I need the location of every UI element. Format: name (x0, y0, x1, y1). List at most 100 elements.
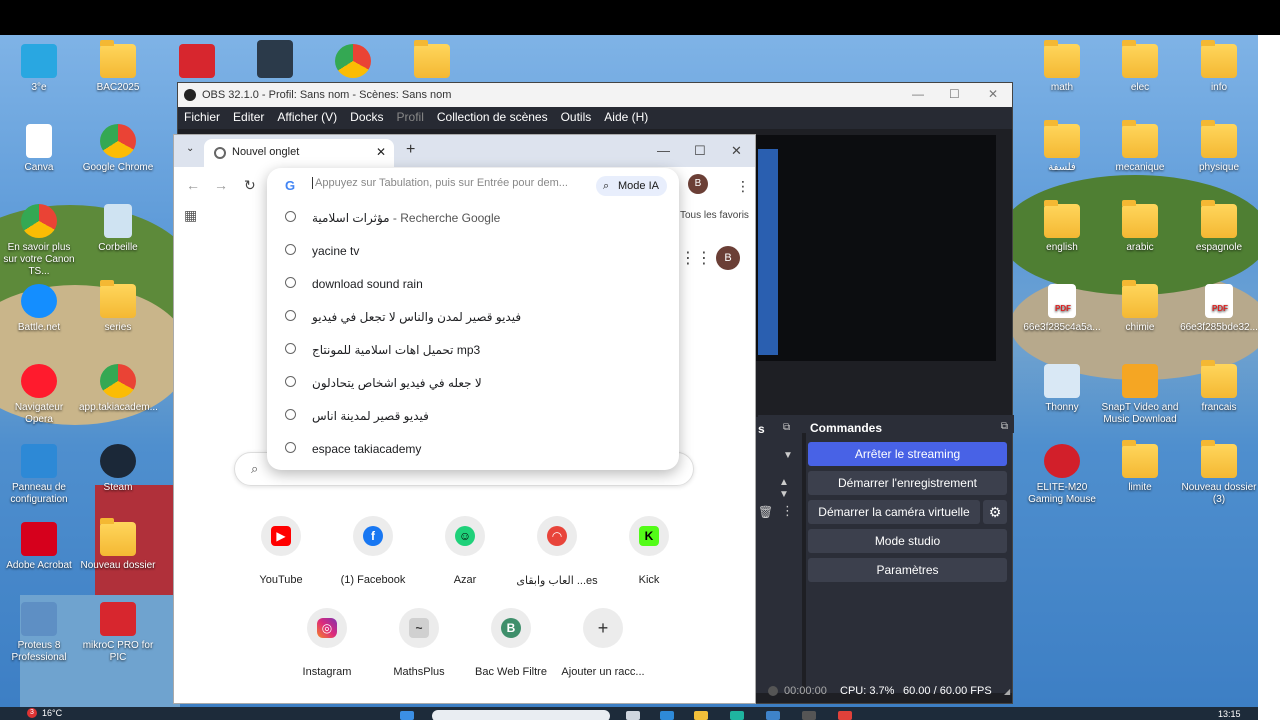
desktop-icon-google-chrome[interactable]: Google Chrome (79, 124, 157, 174)
desktop-icon-falsafa[interactable]: فلسفة (1023, 120, 1101, 174)
desktop-icon-nouveau-dossier-3[interactable]: Nouveau dossier (3) (1180, 440, 1258, 506)
desktop-icon-limite[interactable]: limite (1101, 440, 1179, 494)
menu-editer[interactable]: Editer (233, 110, 264, 129)
menu-profil[interactable]: Profil (397, 110, 424, 129)
close-tab-icon[interactable]: ✕ (376, 145, 386, 159)
dock-undock-icon[interactable]: ⧉ (1001, 421, 1008, 432)
chrome-menu-icon[interactable]: ⋮ (736, 178, 750, 195)
menu-aide[interactable]: Aide (H) (604, 110, 648, 129)
desktop-icon-chimie[interactable]: chimie (1101, 280, 1179, 334)
google-account-avatar[interactable]: B (716, 246, 740, 270)
desktop-icon-thonny[interactable]: Thonny (1023, 364, 1101, 414)
desktop-icon-proteus[interactable]: Proteus 8 Professional (0, 602, 78, 664)
minimize-icon[interactable]: — (657, 143, 670, 158)
stepper-up-icon[interactable]: ▲ (779, 477, 789, 488)
apps-grid-icon[interactable]: ▦ (184, 207, 197, 224)
shortcut-games[interactable]: ◠ العاب وابقاى ...es (511, 516, 603, 587)
desktop-icon-pdf-2[interactable]: 66e3f285bde32... (1180, 284, 1258, 334)
suggestion-item[interactable]: download sound rain (267, 268, 679, 301)
desktop-icon-arabic[interactable]: arabic (1101, 200, 1179, 254)
desktop-icon-canva[interactable]: Canva (0, 124, 78, 174)
google-apps-icon[interactable]: ⋮⋮ (680, 248, 712, 268)
obs-taskbar-icon[interactable] (802, 711, 816, 720)
edge-icon[interactable] (660, 711, 674, 720)
desktop-icon-acrobat[interactable]: Adobe Acrobat (0, 522, 78, 572)
desktop-icon-espagnole[interactable]: espagnole (1180, 200, 1258, 254)
desktop-icon-pic[interactable] (158, 44, 236, 82)
desktop-icon-folder-top[interactable] (393, 40, 471, 82)
desktop-icon-info[interactable]: info (1180, 40, 1258, 94)
shortcut-facebook[interactable]: f (1) Facebook (327, 516, 419, 586)
desktop-icon-mikroc[interactable]: mikroC PRO for PIC (79, 602, 157, 664)
desktop-icon-snaptube[interactable]: SnapT Video and Music Download (1101, 364, 1179, 426)
maximize-icon[interactable]: ☐ (694, 143, 706, 159)
minimize-icon[interactable]: — (912, 87, 924, 101)
studio-mode-button[interactable]: Mode studio (808, 529, 1007, 553)
omnibox-input[interactable] (312, 177, 594, 189)
reload-icon[interactable]: ↻ (244, 177, 256, 194)
tab-new-tab[interactable]: Nouvel onglet ✕ (204, 139, 394, 167)
close-icon[interactable]: ✕ (988, 87, 998, 101)
desktop-icon-francais[interactable]: francais (1180, 360, 1258, 414)
suggestion-item[interactable]: espace takiacademy (267, 433, 679, 466)
maximize-icon[interactable]: ☐ (949, 87, 960, 101)
store-icon[interactable] (766, 711, 780, 720)
desktop-icon-control-panel[interactable]: Panneau de configuration (0, 444, 78, 506)
suggestion-item[interactable]: مؤثرات اسلامية - Recherche Google (267, 202, 679, 235)
menu-outils[interactable]: Outils (561, 110, 592, 129)
close-icon[interactable]: ✕ (731, 143, 742, 159)
mode-ia-button[interactable]: ⌕ Mode IA (596, 176, 667, 196)
desktop-icon-english[interactable]: english (1023, 200, 1101, 254)
shortcut-kick[interactable]: K Kick (603, 516, 695, 586)
settings-button[interactable]: Paramètres (808, 558, 1007, 582)
menu-fichier[interactable]: Fichier (184, 110, 220, 129)
suggestion-item[interactable]: yacine tv (267, 235, 679, 268)
gear-icon[interactable]: ⚙ (983, 500, 1007, 524)
desktop-icon-3e[interactable]: 3°e (0, 44, 78, 94)
desktop-icon-mecanique[interactable]: mecanique (1101, 120, 1179, 174)
chrome-taskbar-icon[interactable] (838, 711, 852, 720)
forward-icon[interactable]: → (214, 177, 228, 193)
shortcut-azar[interactable]: ☺ Azar (419, 516, 511, 586)
desktop-icon-corbeille[interactable]: Corbeille (79, 204, 157, 254)
suggestion-item[interactable]: فيديو قصير لمدن والناس لا تجعل في فيديو (267, 301, 679, 334)
menu-collection-scenes[interactable]: Collection de scènes (437, 110, 548, 129)
shortcut-bac-web-filtre[interactable]: B Bac Web Filtre (465, 608, 557, 678)
shortcut-mathsplus[interactable]: ~ MathsPlus (373, 608, 465, 678)
shortcut-youtube[interactable]: ▶ YouTube (235, 516, 327, 586)
suggestion-item[interactable]: فيديو قصير لمدينة اناس (267, 400, 679, 433)
shortcut-instagram[interactable]: ◎ Instagram (281, 608, 373, 678)
desktop-icon-math[interactable]: math (1023, 40, 1101, 94)
menu-docks[interactable]: Docks (350, 110, 383, 129)
desktop-icon-game[interactable] (236, 40, 314, 82)
start-icon[interactable] (400, 711, 414, 720)
obs-preview[interactable] (756, 135, 996, 361)
new-tab-icon[interactable]: + (406, 141, 415, 159)
file-explorer-icon[interactable] (694, 711, 708, 720)
taskbar-search[interactable] (432, 710, 610, 720)
desktop-icon-elite-mouse[interactable]: ELITE-M20 Gaming Mouse (1023, 444, 1101, 506)
dropdown-arrow-icon[interactable]: ▼ (783, 450, 793, 461)
all-bookmarks[interactable]: Tous les favoris (680, 210, 749, 221)
weather-widget[interactable]: 16°C (42, 708, 62, 718)
desktop-icon-takiacademy[interactable]: app.takiacadem... (79, 364, 158, 414)
back-icon[interactable]: ← (186, 177, 200, 193)
task-view-icon[interactable] (626, 711, 640, 720)
desktop-icon-opera[interactable]: Navigateur Opera (0, 364, 78, 426)
more-options-icon[interactable]: ⋮ (781, 503, 794, 519)
shortcut-add[interactable]: + Ajouter un racc... (557, 608, 649, 678)
stepper-down-icon[interactable]: ▼ (779, 489, 789, 500)
desktop-icon-nouveau-dossier[interactable]: Nouveau dossier (79, 518, 157, 572)
menu-afficher[interactable]: Afficher (V) (277, 110, 337, 129)
stop-streaming-button[interactable]: Arrêter le streaming (808, 442, 1007, 466)
desktop-icon-elec[interactable]: elec (1101, 40, 1179, 94)
tab-search-icon[interactable]: ⌄ (186, 143, 194, 154)
start-recording-button[interactable]: Démarrer l'enregistrement (808, 471, 1007, 495)
dock-undock-icon[interactable]: ⧉ (783, 422, 790, 433)
desktop-icon-series[interactable]: series (79, 280, 157, 334)
start-virtual-camera-button[interactable]: Démarrer la caméra virtuelle (808, 500, 980, 524)
desktop-icon-canon[interactable]: En savoir plus sur votre Canon TS... (0, 204, 78, 278)
desktop-icon-physique[interactable]: physique (1180, 120, 1258, 174)
profile-avatar[interactable]: B (688, 174, 708, 194)
desktop-icon-bac2025[interactable]: BAC2025 (79, 40, 157, 94)
